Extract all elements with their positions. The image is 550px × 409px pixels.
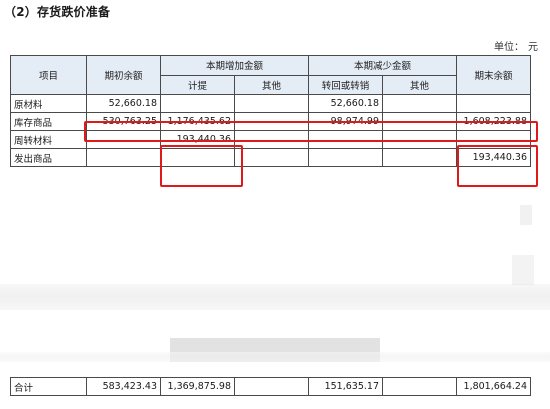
- header-decrease-reversal: 转回或转销: [308, 74, 383, 95]
- redacted-band: [0, 284, 550, 310]
- highlight-box-accrual: [160, 145, 243, 187]
- row-item: 库存商品: [10, 112, 87, 131]
- total-closing: 1,801,664.24: [456, 377, 531, 396]
- unit-prefix: 单位：: [494, 42, 524, 53]
- row-dec-other: [382, 148, 457, 167]
- row-accrual: [160, 94, 235, 113]
- total-table: 合计 583,423.43 1,369,875.98 151,635.17 1,…: [10, 377, 531, 396]
- row-inc-other: [234, 94, 309, 113]
- header-item: 项目: [10, 55, 87, 95]
- header-opening: 期初余额: [86, 55, 161, 95]
- unit-label: 单位： 元: [494, 38, 538, 53]
- header-decrease-group: 本期减少金额: [308, 55, 457, 76]
- row-item: 原材料: [10, 94, 87, 113]
- total-inc-other: [234, 377, 309, 396]
- redacted-blur-edge: [520, 205, 532, 225]
- total-item: 合计: [10, 377, 87, 396]
- row-item: 周转材料: [10, 130, 87, 149]
- row-opening: [86, 148, 161, 167]
- highlight-box-closing: [457, 145, 538, 187]
- header-increase-accrual: 计提: [160, 74, 235, 95]
- unit-value: 元: [528, 42, 538, 53]
- highlight-box-row-kucun: [84, 121, 538, 142]
- header-decrease-other: 其他: [382, 74, 457, 95]
- redacted-band: [0, 352, 550, 362]
- row-reversal: 52,660.18: [308, 94, 383, 113]
- row-closing: [456, 94, 531, 113]
- redacted-blur-edge: [512, 255, 534, 285]
- row-opening: 52,660.18: [86, 94, 161, 113]
- row-dec-other: [382, 94, 457, 113]
- table-row: 发出商品 193,440.36: [10, 148, 531, 167]
- header-closing: 期末余额: [456, 55, 531, 95]
- total-accrual: 1,369,875.98: [160, 377, 235, 396]
- total-row: 合计 583,423.43 1,369,875.98 151,635.17 1,…: [10, 377, 531, 396]
- section-title: （2）存货跌价准备: [4, 5, 111, 19]
- total-reversal: 151,635.17: [308, 377, 383, 396]
- row-inc-other: [234, 148, 309, 167]
- table-row: 原材料 52,660.18 52,660.18: [10, 94, 531, 113]
- header-increase-group: 本期增加金额: [160, 55, 309, 76]
- row-reversal: [308, 148, 383, 167]
- inventory-impairment-table: 项目 期初余额 本期增加金额 本期减少金额 期末余额 计提 其他 转回或转销 其…: [10, 55, 531, 167]
- header-increase-other: 其他: [234, 74, 309, 95]
- row-item: 发出商品: [10, 148, 87, 167]
- total-opening: 583,423.43: [86, 377, 161, 396]
- total-dec-other: [382, 377, 457, 396]
